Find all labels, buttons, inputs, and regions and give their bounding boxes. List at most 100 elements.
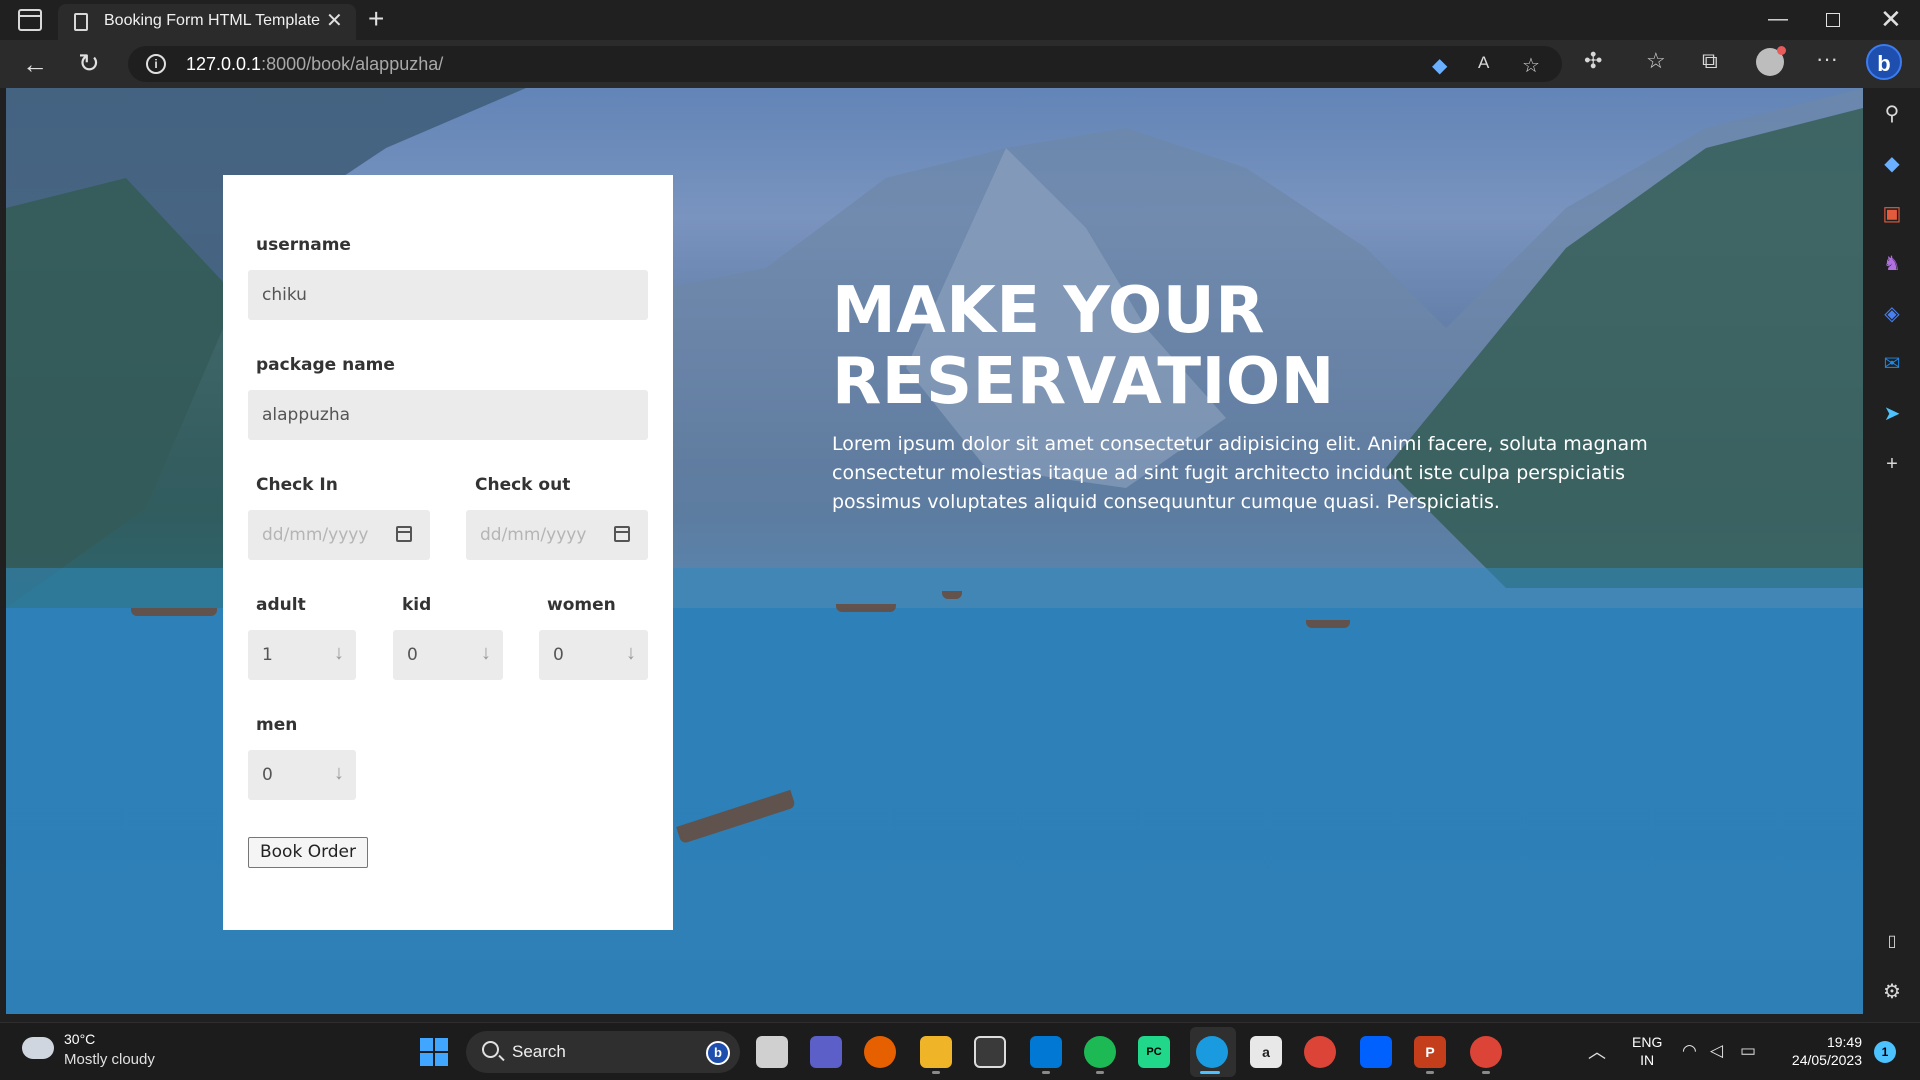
hero-description: Lorem ipsum dolor sit amet consectetur a…	[832, 433, 1648, 513]
chrome-profile-icon[interactable]	[1470, 1036, 1502, 1068]
address-bar-row: ← ↻ i 127.0.0.1:8000/book/alappuzha/ ◆ A…	[0, 40, 1920, 88]
site-info-icon[interactable]: i	[146, 54, 166, 74]
tab-bar: Booking Form HTML Template ✕ + — ✕	[0, 0, 1920, 40]
file-explorer-icon[interactable]	[920, 1036, 952, 1068]
check-in-date-input[interactable]: dd/mm/yyyy	[248, 510, 430, 560]
profile-avatar[interactable]	[1756, 46, 1786, 76]
window-close-icon[interactable]: ✕	[1880, 4, 1902, 34]
taskbar-search[interactable]: Search b	[466, 1031, 740, 1073]
amazon-icon[interactable]: a	[1250, 1036, 1282, 1068]
read-aloud-icon[interactable]: A	[1478, 53, 1489, 73]
calendar-icon[interactable]	[614, 526, 630, 542]
clock[interactable]: 19:49 24/05/2023	[1784, 1033, 1862, 1069]
more-menu-icon[interactable]: ···	[1816, 46, 1838, 72]
women-select[interactable]: 0 ↓	[539, 630, 648, 680]
hero-title-line1: MAKE YOUR	[832, 274, 1266, 348]
running-indicator	[1042, 1071, 1050, 1074]
running-indicator	[932, 1071, 940, 1074]
tab-actions-icon[interactable]	[18, 9, 42, 31]
chrome-icon[interactable]	[1304, 1036, 1336, 1068]
address-bar[interactable]: i 127.0.0.1:8000/book/alappuzha/ ◆ A ☆	[128, 46, 1562, 82]
weather-description[interactable]: Mostly cloudy	[64, 1051, 155, 1068]
language-indicator[interactable]: ENG IN	[1632, 1033, 1662, 1069]
sidebar-search-icon[interactable]: ⚲	[1880, 102, 1904, 126]
men-select[interactable]: 0 ↓	[248, 750, 356, 800]
book-order-button[interactable]: Book Order	[248, 837, 368, 868]
url-text[interactable]: 127.0.0.1:8000/book/alappuzha/	[186, 54, 443, 75]
new-tab-icon[interactable]: +	[368, 4, 384, 34]
package-name-label: package name	[256, 355, 395, 375]
bing-icon[interactable]: b	[706, 1041, 730, 1065]
battery-icon[interactable]: ▭	[1740, 1041, 1756, 1061]
arrow-down-icon: ↓	[334, 762, 344, 784]
refresh-icon[interactable]: ↻	[78, 48, 100, 79]
tab-title: Booking Form HTML Template	[104, 12, 321, 29]
dropbox-icon[interactable]	[1360, 1036, 1392, 1068]
weather-cloud-icon[interactable]	[22, 1031, 54, 1059]
bing-copilot-icon[interactable]: b	[1866, 44, 1902, 80]
vscode-icon[interactable]	[1030, 1036, 1062, 1068]
add-favorite-icon[interactable]: ☆	[1522, 53, 1540, 78]
sidebar-shopping-icon[interactable]: ◆	[1880, 152, 1904, 176]
clock-date: 24/05/2023	[1791, 1052, 1862, 1068]
edge-sidebar: ⚲ ◆ ▣ ♞ ◈ ✉ ➤ + ▯ ⚙	[1864, 88, 1920, 1014]
extensions-icon[interactable]: ✣	[1584, 48, 1602, 74]
powerpoint-icon[interactable]: P	[1414, 1036, 1446, 1068]
adult-select[interactable]: 1 ↓	[248, 630, 356, 680]
booking-form: username chiku package name alappuzha Ch…	[223, 175, 673, 930]
sidebar-settings-icon[interactable]: ⚙	[1880, 980, 1904, 1004]
adult-value: 1	[262, 645, 273, 665]
volume-icon[interactable]: ◁	[1710, 1041, 1723, 1061]
pycharm-icon[interactable]: PC	[1138, 1036, 1170, 1068]
sidebar-office-icon[interactable]: ◈	[1880, 302, 1904, 326]
teams-icon[interactable]	[810, 1036, 842, 1068]
minimize-icon[interactable]: —	[1768, 8, 1788, 31]
search-icon	[482, 1041, 499, 1058]
firefox-icon[interactable]	[864, 1036, 896, 1068]
notification-badge[interactable]: 1	[1874, 1041, 1896, 1063]
back-icon[interactable]: ←	[22, 49, 48, 80]
boat	[131, 608, 217, 616]
task-view-icon[interactable]	[756, 1036, 788, 1068]
page-viewport: username chiku package name alappuzha Ch…	[6, 88, 1863, 1014]
browser-tab[interactable]: Booking Form HTML Template ✕	[58, 4, 356, 40]
men-label: men	[256, 715, 298, 735]
kid-label: kid	[402, 595, 432, 615]
close-tab-icon[interactable]: ✕	[326, 9, 343, 33]
coupon-tag-icon[interactable]: ◆	[1432, 53, 1447, 78]
spotify-icon[interactable]	[1084, 1036, 1116, 1068]
username-input[interactable]: chiku	[248, 270, 648, 320]
boat	[942, 591, 962, 599]
weather-temperature[interactable]: 30°C	[64, 1031, 95, 1047]
calendar-icon[interactable]	[396, 526, 412, 542]
running-indicator	[1096, 1071, 1104, 1074]
hero-title-line2: RESERVATION	[832, 345, 1335, 419]
lang-code: ENG	[1632, 1034, 1663, 1050]
sidebar-send-icon[interactable]: ➤	[1880, 402, 1904, 426]
adult-label: adult	[256, 595, 306, 615]
kid-select[interactable]: 0 ↓	[393, 630, 503, 680]
sidebar-tools-icon[interactable]: ▣	[1880, 202, 1904, 226]
edge-icon[interactable]	[1196, 1036, 1228, 1068]
sidebar-add-icon[interactable]: +	[1880, 452, 1904, 476]
package-name-input[interactable]: alappuzha	[248, 390, 648, 440]
hero-title: MAKE YOUR RESERVATION	[832, 276, 1532, 418]
restore-icon[interactable]	[1826, 13, 1840, 27]
sidebar-games-icon[interactable]: ♞	[1880, 252, 1904, 276]
arrow-down-icon: ↓	[626, 642, 636, 664]
favorites-icon[interactable]: ☆	[1646, 48, 1666, 74]
sidebar-outlook-icon[interactable]: ✉	[1880, 352, 1904, 376]
package-name-value: alappuzha	[262, 405, 351, 425]
running-indicator	[1426, 1071, 1434, 1074]
show-hidden-icons-icon[interactable]: ︿	[1588, 1038, 1606, 1064]
username-value: chiku	[262, 285, 307, 305]
check-out-date-input[interactable]: dd/mm/yyyy	[466, 510, 648, 560]
store-icon[interactable]	[974, 1036, 1006, 1068]
page-icon	[74, 13, 88, 31]
collections-icon[interactable]: ⧉	[1702, 48, 1718, 74]
wifi-icon[interactable]: ◠	[1682, 1041, 1697, 1061]
check-out-label: Check out	[475, 475, 571, 495]
taskbar: 30°C Mostly cloudy Search b PC a P ︿ ENG…	[0, 1022, 1920, 1080]
windows-start-icon[interactable]	[420, 1038, 448, 1066]
sidebar-split-icon[interactable]: ▯	[1880, 930, 1904, 954]
